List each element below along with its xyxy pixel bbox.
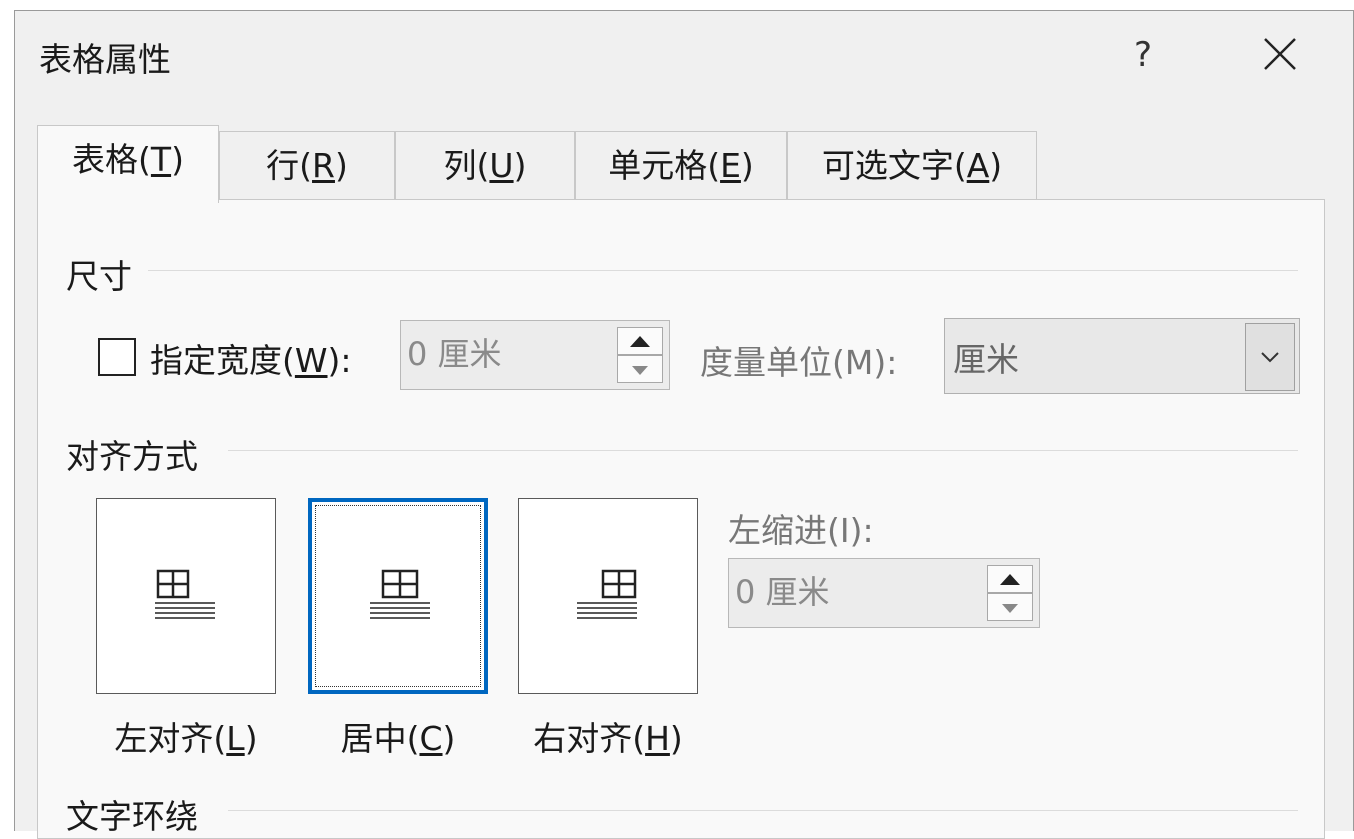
specify-width-text: 指定宽度( [150,341,295,380]
align-right-option[interactable] [518,498,698,694]
width-value: 0 厘米 [407,335,502,373]
width-spin-down-button[interactable] [617,355,663,383]
table-align-center-icon [370,569,430,619]
align-left-mnemonic: L [226,719,245,758]
tab-cell[interactable]: 单元格(E) [575,131,787,201]
measure-unit-select[interactable]: 厘米 [944,318,1300,394]
specify-width-text-end: ): [327,341,352,380]
left-indent-label: 左缩进(I): [728,511,874,550]
indent-spin-up-button[interactable] [987,565,1033,593]
tab-alt-text[interactable]: 可选文字(A) [787,131,1037,201]
wrap-section-divider [228,810,1298,811]
specify-width-label: 指定宽度(W): [150,334,352,382]
align-right-text: 右对齐( [533,719,646,758]
align-left-text-end: ) [244,719,258,758]
tab-cell-label: 单元格( [608,146,721,185]
close-icon [1264,38,1296,70]
size-section-divider [148,270,1298,271]
tab-table-label: 表格( [72,140,151,179]
align-left-label: 左对齐(L) [96,712,276,760]
tab-row-label: 行( [266,146,313,185]
dialog-title: 表格属性 [39,40,171,79]
align-right-label: 右对齐(H) [518,712,698,760]
tab-cell-label-end: ) [740,146,754,185]
wrap-section-title: 文字环绕 [66,790,208,838]
tab-alt-text-label: 可选文字( [821,146,967,185]
chevron-down-icon [1261,352,1279,363]
tab-table[interactable]: 表格(T) [37,125,219,203]
align-center-option[interactable] [308,498,488,694]
left-indent-value: 0 厘米 [735,573,830,611]
tab-alt-text-mnemonic: A [966,146,990,185]
align-center-text-end: ) [442,719,456,758]
measure-unit-value: 厘米 [953,340,1019,379]
align-center-text: 居中( [340,719,420,758]
table-align-right-icon [577,569,637,619]
tab-row-mnemonic: R [312,146,335,185]
tab-panel-table: 尺寸 指定宽度(W): 0 厘米 度量单位(M): 厘米 对齐方式 左对齐(L)… [37,199,1325,839]
measure-unit-dropdown-button[interactable] [1245,323,1295,391]
tab-column-mnemonic: U [489,146,514,185]
table-align-left-icon [155,569,215,619]
tab-cell-mnemonic: E [720,146,741,185]
table-properties-dialog: 表格属性 ? 表格(T) 行(R) 列(U) 单元格(E) 可选文字(A) 尺寸… [14,10,1354,839]
alignment-section-divider [228,450,1298,451]
tab-alt-text-label-end: ) [989,146,1003,185]
align-left-option[interactable] [96,498,276,694]
measure-unit-label: 度量单位(M): [700,343,898,382]
align-center-mnemonic: C [419,719,443,758]
tab-column-label: 列( [443,146,490,185]
tab-table-label-end: ) [171,140,184,179]
left-indent-spinner[interactable]: 0 厘米 [728,558,1040,628]
size-section-title: 尺寸 [66,250,142,298]
spin-down-icon [632,366,648,375]
align-left-text: 左对齐( [114,719,227,758]
width-spinner[interactable]: 0 厘米 [400,320,670,390]
spin-up-icon [630,336,650,347]
align-right-mnemonic: H [645,719,670,758]
tab-table-mnemonic: T [150,140,172,179]
tab-row-label-end: ) [334,146,348,185]
tab-row[interactable]: 行(R) [219,131,395,201]
tab-column-label-end: ) [513,146,527,185]
indent-spin-down-button[interactable] [987,593,1033,621]
align-right-text-end: ) [669,719,683,758]
spin-up-icon [1000,574,1020,585]
help-button[interactable]: ? [1115,29,1171,81]
specify-width-checkbox[interactable] [98,338,136,376]
alignment-section-title: 对齐方式 [66,430,208,478]
tab-column[interactable]: 列(U) [395,131,575,201]
title-bar: 表格属性 ? [15,11,1353,99]
close-button[interactable] [1251,29,1311,81]
spin-down-icon [1002,604,1018,613]
width-spin-up-button[interactable] [617,327,663,355]
specify-width-mnemonic: W [294,341,328,380]
align-center-label: 居中(C) [308,712,488,760]
